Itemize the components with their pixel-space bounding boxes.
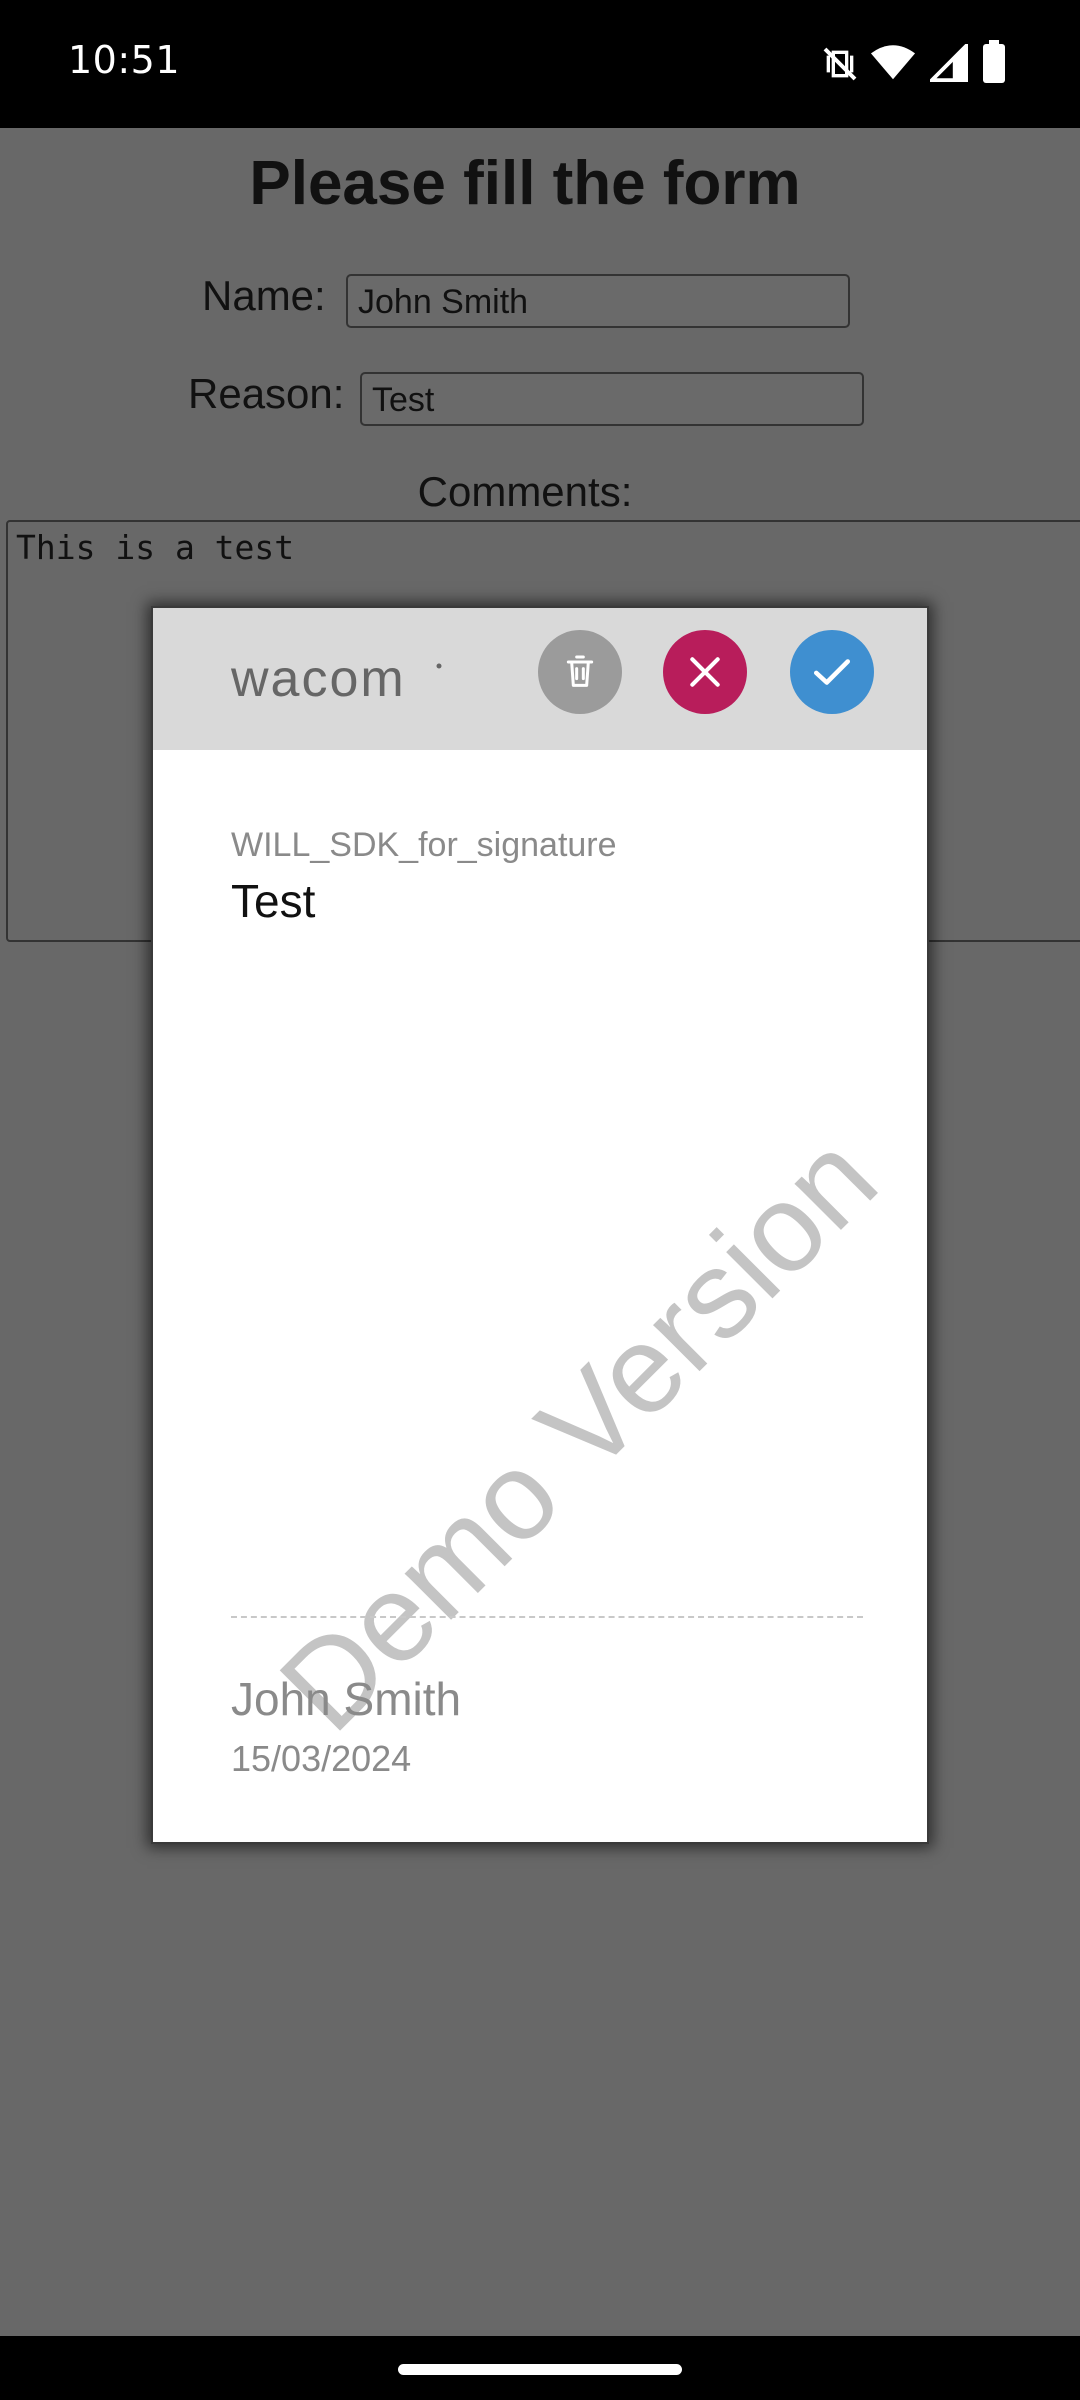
cancel-button[interactable] xyxy=(663,630,747,714)
name-label: Name: xyxy=(202,272,326,319)
battery-icon xyxy=(983,40,1005,83)
dialog-header: wacom xyxy=(153,608,927,750)
reason-input[interactable]: Test xyxy=(360,372,864,426)
demo-watermark: Demo Version xyxy=(254,1108,903,1757)
vibrate-off-icon xyxy=(823,47,857,81)
ok-button[interactable] xyxy=(790,630,874,714)
signal-icon xyxy=(930,44,968,82)
document-name: WILL_SDK_for_signature xyxy=(231,826,617,864)
wacom-logo: wacom xyxy=(231,658,442,702)
page-title: Please fill the form xyxy=(249,149,801,218)
status-bar: 10:51 xyxy=(0,0,1080,128)
status-time: 10:51 xyxy=(68,38,181,82)
wifi-icon xyxy=(870,45,916,80)
signature-line[interactable] xyxy=(231,1616,863,1618)
check-icon xyxy=(813,659,851,685)
close-icon xyxy=(690,657,720,687)
signature-date: 15/03/2024 xyxy=(231,1738,412,1779)
svg-text:wacom: wacom xyxy=(231,658,406,702)
home-gesture-handle[interactable] xyxy=(398,2364,682,2375)
reason-label: Reason: xyxy=(188,370,345,417)
trash-icon xyxy=(566,655,594,687)
comments-label: Comments: xyxy=(417,468,633,515)
name-input[interactable]: John Smith xyxy=(346,274,850,328)
signature-reason: Test xyxy=(231,875,316,927)
signer-name: John Smith xyxy=(231,1673,462,1725)
clear-button[interactable] xyxy=(538,630,622,714)
signature-dialog: wacom WILL_SDK_for_signature Test Demo V… xyxy=(151,606,929,1844)
